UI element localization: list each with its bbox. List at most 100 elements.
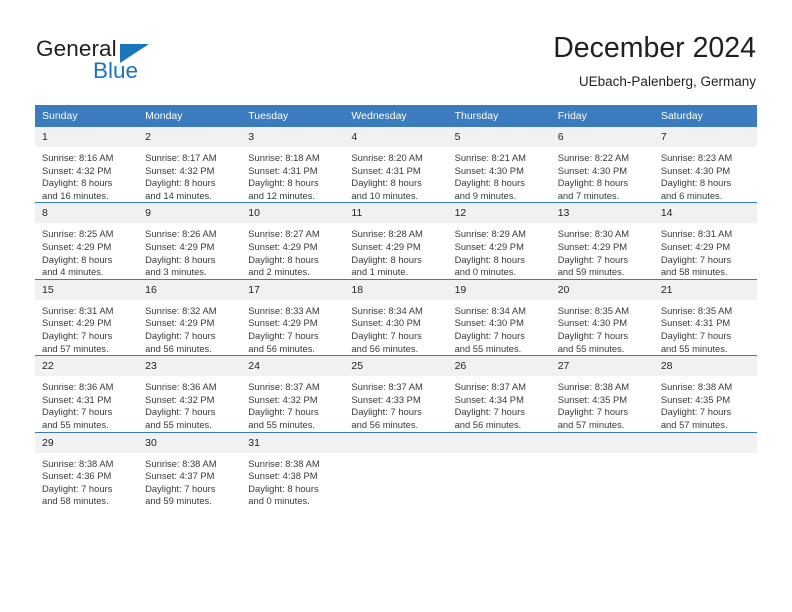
sunset-text: Sunset: 4:29 PM	[42, 317, 112, 329]
day-details: Sunrise: 8:36 AM Sunset: 4:32 PM Dayligh…	[138, 376, 241, 431]
day-details: Sunrise: 8:36 AM Sunset: 4:31 PM Dayligh…	[35, 376, 138, 431]
day-cell[interactable]: 6 Sunrise: 8:22 AM Sunset: 4:30 PM Dayli…	[550, 127, 654, 203]
daylight-text-line1: Daylight: 7 hours	[557, 329, 629, 341]
sunrise-text: Sunrise: 8:38 AM	[42, 457, 114, 469]
day-cell[interactable]: 9 Sunrise: 8:26 AM Sunset: 4:29 PM Dayli…	[138, 202, 242, 280]
day-cell-empty	[653, 431, 757, 508]
daylight-text-line1: Daylight: 8 hours	[248, 482, 319, 494]
day-cell[interactable]: 3 Sunrise: 8:18 AM Sunset: 4:31 PM Dayli…	[241, 127, 345, 203]
sunset-text: Sunset: 4:30 PM	[454, 164, 524, 176]
day-cell[interactable]: 23 Sunrise: 8:36 AM Sunset: 4:32 PM Dayl…	[138, 355, 242, 432]
sunrise-text: Sunrise: 8:25 AM	[42, 228, 114, 240]
daylight-text-line2: and 16 minutes.	[42, 189, 109, 201]
day-details: Sunrise: 8:20 AM Sunset: 4:31 PM Dayligh…	[344, 147, 447, 202]
day-cell[interactable]: 17 Sunrise: 8:33 AM Sunset: 4:29 PM Dayl…	[241, 278, 345, 356]
day-details: Sunrise: 8:38 AM Sunset: 4:35 PM Dayligh…	[551, 376, 654, 431]
day-number: 19	[447, 279, 551, 300]
day-details: Sunrise: 8:35 AM Sunset: 4:31 PM Dayligh…	[654, 300, 757, 355]
day-details: Sunrise: 8:38 AM Sunset: 4:37 PM Dayligh…	[138, 453, 241, 508]
day-cell[interactable]: 20 Sunrise: 8:35 AM Sunset: 4:30 PM Dayl…	[550, 278, 654, 356]
day-cell[interactable]: 12 Sunrise: 8:29 AM Sunset: 4:29 PM Dayl…	[447, 202, 551, 280]
general-blue-logo[interactable]: General Blue	[36, 36, 236, 88]
daylight-text-line1: Daylight: 7 hours	[660, 406, 732, 418]
calendar-body: 1 Sunrise: 8:16 AM Sunset: 4:32 PM Dayli…	[35, 127, 757, 508]
day-cell[interactable]: 27 Sunrise: 8:38 AM Sunset: 4:35 PM Dayl…	[550, 355, 654, 432]
weekday-header-tuesday: Tuesday	[241, 105, 345, 127]
daylight-text-line2: and 57 minutes.	[557, 418, 625, 430]
day-details: Sunrise: 8:28 AM Sunset: 4:29 PM Dayligh…	[344, 223, 447, 278]
day-cell-empty	[447, 431, 551, 508]
calendar-week-row: 22 Sunrise: 8:36 AM Sunset: 4:31 PM Dayl…	[35, 355, 757, 432]
day-cell[interactable]: 30 Sunrise: 8:38 AM Sunset: 4:37 PM Dayl…	[138, 431, 242, 508]
daylight-text-line1: Daylight: 7 hours	[660, 329, 732, 341]
sunrise-text: Sunrise: 8:34 AM	[351, 304, 423, 316]
daylight-text-line2: and 56 minutes.	[351, 418, 419, 430]
day-cell[interactable]: 21 Sunrise: 8:35 AM Sunset: 4:31 PM Dayl…	[653, 278, 757, 356]
day-cell[interactable]: 10 Sunrise: 8:27 AM Sunset: 4:29 PM Dayl…	[241, 202, 345, 280]
day-number: 15	[35, 279, 139, 300]
day-cell[interactable]: 26 Sunrise: 8:37 AM Sunset: 4:34 PM Dayl…	[447, 355, 551, 432]
sunrise-text: Sunrise: 8:23 AM	[660, 152, 733, 163]
day-number: 8	[35, 203, 139, 224]
sunset-text: Sunset: 4:29 PM	[454, 240, 524, 252]
day-cell[interactable]: 31 Sunrise: 8:38 AM Sunset: 4:38 PM Dayl…	[241, 431, 345, 508]
day-cell[interactable]: 15 Sunrise: 8:31 AM Sunset: 4:29 PM Dayl…	[35, 278, 139, 356]
day-cell[interactable]: 29 Sunrise: 8:38 AM Sunset: 4:36 PM Dayl…	[35, 431, 139, 508]
sunrise-text: Sunrise: 8:34 AM	[454, 304, 526, 316]
sunset-text: Sunset: 4:29 PM	[145, 317, 215, 329]
day-cell[interactable]: 16 Sunrise: 8:32 AM Sunset: 4:29 PM Dayl…	[138, 278, 242, 356]
daylight-text-line1: Daylight: 7 hours	[557, 253, 629, 265]
day-number: 13	[550, 203, 654, 224]
sunrise-text: Sunrise: 8:21 AM	[454, 152, 526, 163]
daylight-text-line1: Daylight: 8 hours	[42, 253, 113, 265]
daylight-text-line2: and 14 minutes.	[145, 189, 212, 201]
day-cell[interactable]: 4 Sunrise: 8:20 AM Sunset: 4:31 PM Dayli…	[344, 127, 448, 203]
daylight-text-line1: Daylight: 7 hours	[248, 329, 319, 341]
sunrise-text: Sunrise: 8:36 AM	[42, 381, 114, 393]
day-number: 20	[550, 279, 654, 300]
daylight-text-line1: Daylight: 7 hours	[145, 406, 216, 418]
sunset-text: Sunset: 4:34 PM	[454, 393, 524, 405]
calendar-page: General Blue December 2024 UEbach-Palenb…	[0, 0, 792, 612]
day-cell[interactable]: 7 Sunrise: 8:23 AM Sunset: 4:30 PM Dayli…	[653, 127, 757, 203]
day-cell[interactable]: 19 Sunrise: 8:34 AM Sunset: 4:30 PM Dayl…	[447, 278, 551, 356]
day-number: 12	[447, 203, 551, 224]
sunset-text: Sunset: 4:31 PM	[248, 164, 318, 176]
daylight-text-line1: Daylight: 8 hours	[145, 253, 216, 265]
day-cell[interactable]: 14 Sunrise: 8:31 AM Sunset: 4:29 PM Dayl…	[653, 202, 757, 280]
daylight-text-line1: Daylight: 7 hours	[454, 406, 525, 418]
day-cell[interactable]: 2 Sunrise: 8:17 AM Sunset: 4:32 PM Dayli…	[138, 127, 242, 203]
day-cell[interactable]: 5 Sunrise: 8:21 AM Sunset: 4:30 PM Dayli…	[447, 127, 551, 203]
day-number: 30	[138, 432, 242, 453]
day-cell[interactable]: 24 Sunrise: 8:37 AM Sunset: 4:32 PM Dayl…	[241, 355, 345, 432]
page-title: December 2024	[553, 32, 756, 64]
day-details: Sunrise: 8:37 AM Sunset: 4:34 PM Dayligh…	[448, 376, 551, 431]
day-details: Sunrise: 8:34 AM Sunset: 4:30 PM Dayligh…	[344, 300, 447, 355]
day-cell[interactable]: 22 Sunrise: 8:36 AM Sunset: 4:31 PM Dayl…	[35, 355, 139, 432]
day-cell[interactable]: 8 Sunrise: 8:25 AM Sunset: 4:29 PM Dayli…	[35, 202, 139, 280]
day-details: Sunrise: 8:32 AM Sunset: 4:29 PM Dayligh…	[138, 300, 241, 355]
sunrise-text: Sunrise: 8:32 AM	[145, 304, 217, 316]
day-number: 17	[241, 279, 345, 300]
sunrise-text: Sunrise: 8:36 AM	[145, 381, 217, 393]
day-cell[interactable]: 13 Sunrise: 8:30 AM Sunset: 4:29 PM Dayl…	[550, 202, 654, 280]
day-cell[interactable]: 11 Sunrise: 8:28 AM Sunset: 4:29 PM Dayl…	[344, 202, 448, 280]
weekday-header-wednesday: Wednesday	[344, 105, 448, 127]
daylight-text-line1: Daylight: 8 hours	[42, 177, 113, 189]
day-number: 26	[447, 356, 551, 377]
daylight-text-line2: and 7 minutes.	[557, 189, 620, 201]
day-cell[interactable]: 28 Sunrise: 8:38 AM Sunset: 4:35 PM Dayl…	[653, 355, 757, 432]
daylight-text-line2: and 4 minutes.	[42, 266, 104, 278]
sunrise-text: Sunrise: 8:26 AM	[145, 228, 217, 240]
day-cell[interactable]: 25 Sunrise: 8:37 AM Sunset: 4:33 PM Dayl…	[344, 355, 448, 432]
day-number: 24	[241, 356, 345, 377]
daylight-text-line2: and 12 minutes.	[248, 189, 315, 201]
daylight-text-line2: and 1 minute.	[351, 266, 409, 278]
weekday-header-monday: Monday	[138, 105, 242, 127]
daylight-text-line1: Daylight: 8 hours	[248, 177, 319, 189]
day-details: Sunrise: 8:18 AM Sunset: 4:31 PM Dayligh…	[241, 147, 344, 202]
day-cell[interactable]: 1 Sunrise: 8:16 AM Sunset: 4:32 PM Dayli…	[35, 127, 139, 203]
daylight-text-line2: and 2 minutes.	[248, 266, 310, 278]
day-cell[interactable]: 18 Sunrise: 8:34 AM Sunset: 4:30 PM Dayl…	[344, 278, 448, 356]
sunset-text: Sunset: 4:32 PM	[248, 393, 318, 405]
